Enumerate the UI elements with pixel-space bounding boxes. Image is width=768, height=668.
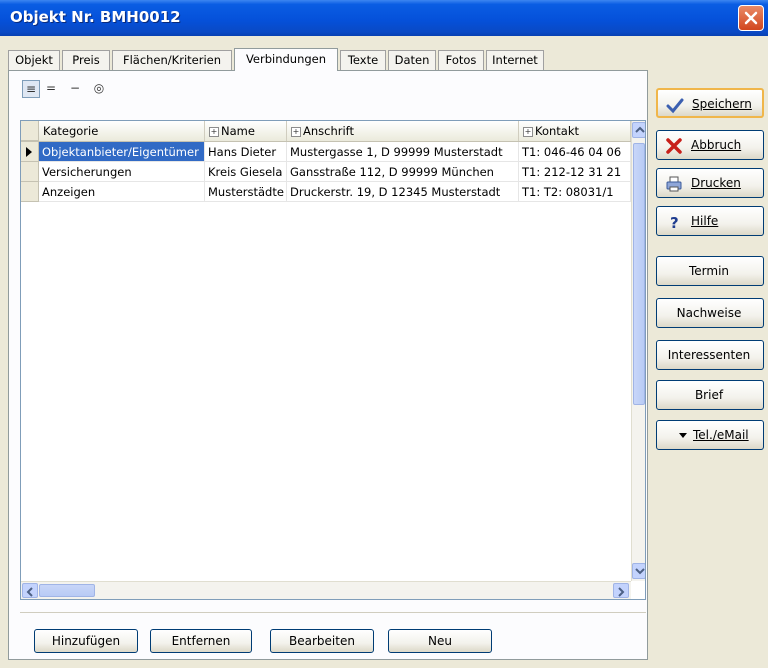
brief-button-label: Brief: [694, 388, 724, 402]
cell-name[interactable]: Musterstädte: [205, 182, 287, 202]
chevron-left-icon: [26, 587, 33, 597]
help-button[interactable]: ? Hilfe: [656, 206, 764, 236]
close-button[interactable]: [738, 5, 764, 31]
current-row-icon: [26, 147, 32, 157]
printer-icon: [666, 176, 682, 192]
dialog-window: Objekt Nr. BMH0012 Objekt Preis Flächen/…: [0, 0, 768, 668]
column-header-anschrift[interactable]: + Anschrift: [287, 121, 519, 141]
question-mark-icon: ?: [670, 214, 679, 231]
checkmark-icon: [666, 98, 684, 114]
column-header-name[interactable]: + Name: [205, 121, 287, 141]
cancel-button-label: Abbruch: [691, 138, 742, 152]
tab-verbindungen[interactable]: Verbindungen: [234, 48, 338, 71]
tab-fotos[interactable]: Fotos: [438, 50, 484, 70]
edit-button[interactable]: Bearbeiten: [270, 629, 374, 653]
vertical-scrollbar[interactable]: [631, 121, 645, 581]
header-corner: [21, 121, 39, 141]
cancel-button[interactable]: Abbruch: [656, 130, 764, 160]
new-button[interactable]: Neu: [388, 629, 492, 653]
cancel-x-icon: [666, 138, 682, 154]
expand-icon[interactable]: +: [291, 126, 301, 137]
help-button-label: Hilfe: [691, 214, 719, 228]
tel-email-button[interactable]: Tel./eMail: [656, 420, 764, 450]
cell-kontakt[interactable]: T1: 212-12 31 21: [519, 162, 631, 182]
nachweise-button[interactable]: Nachweise: [656, 298, 764, 328]
save-button-label: Speichern: [692, 97, 752, 111]
scroll-down-button[interactable]: [632, 563, 645, 579]
horizontal-scroll-thumb[interactable]: [39, 584, 95, 597]
expand-icon[interactable]: +: [523, 126, 533, 137]
column-header-label: Kategorie: [43, 124, 99, 138]
horizontal-scrollbar[interactable]: [21, 581, 631, 599]
chevron-right-icon: [618, 587, 625, 597]
vertical-scroll-thumb[interactable]: [633, 143, 645, 405]
scroll-left-button[interactable]: [22, 583, 38, 598]
interessenten-button-label: Interessenten: [667, 348, 751, 362]
brief-button[interactable]: Brief: [656, 380, 764, 410]
column-header-label: Anschrift: [303, 124, 355, 138]
termin-button-label: Termin: [688, 264, 730, 278]
cell-kategorie[interactable]: Versicherungen: [39, 162, 205, 182]
column-header-label: Kontakt: [535, 124, 580, 138]
collapse-button[interactable]: −: [66, 80, 84, 98]
svg-text:?: ?: [670, 214, 679, 231]
grid-header: Kategorie + Name + Anschrift + Kontakt: [21, 121, 631, 142]
dropdown-arrow-icon: [679, 433, 687, 438]
cell-kategorie[interactable]: Objektanbieter/Eigentümer: [39, 142, 205, 162]
add-button[interactable]: Hinzufügen: [34, 629, 138, 653]
equal-view-button[interactable]: =: [42, 80, 60, 98]
window-title: Objekt Nr. BMH0012: [10, 8, 181, 26]
cell-kontakt[interactable]: T1: T2: 08031/1: [519, 182, 631, 202]
cell-anschrift[interactable]: Mustergasse 1, D 99999 Musterstadt: [287, 142, 519, 162]
table-row[interactable]: Objektanbieter/Eigentümer Hans Dieter Mu…: [21, 142, 631, 162]
row-selector[interactable]: [21, 182, 39, 202]
table-row[interactable]: Versicherungen Kreis Giesela Gansstraße …: [21, 162, 631, 182]
cell-anschrift[interactable]: Gansstraße 112, D 99999 München: [287, 162, 519, 182]
cell-anschrift[interactable]: Druckerstr. 19, D 12345 Musterstadt: [287, 182, 519, 202]
cell-name[interactable]: Hans Dieter: [205, 142, 287, 162]
nachweise-button-label: Nachweise: [676, 306, 742, 320]
scroll-right-button[interactable]: [613, 583, 629, 598]
column-header-kategorie[interactable]: Kategorie: [39, 121, 205, 141]
list-view-button[interactable]: ≡: [22, 80, 40, 98]
options-button[interactable]: ◎: [90, 80, 108, 98]
grid-actions-group: Hinzufügen Entfernen Bearbeiten Neu: [20, 612, 646, 659]
termin-button[interactable]: Termin: [656, 256, 764, 286]
chevron-up-icon: [635, 126, 645, 133]
table-row[interactable]: Anzeigen Musterstädte Druckerstr. 19, D …: [21, 182, 631, 202]
close-icon: [744, 11, 758, 25]
tab-daten[interactable]: Daten: [388, 50, 436, 70]
remove-button[interactable]: Entfernen: [150, 629, 252, 653]
expand-icon[interactable]: +: [209, 126, 219, 137]
print-button[interactable]: Drucken: [656, 168, 764, 198]
print-button-label: Drucken: [691, 176, 741, 190]
save-button[interactable]: Speichern: [656, 88, 764, 118]
cell-kontakt[interactable]: T1: 046-46 04 06: [519, 142, 631, 162]
scroll-up-button[interactable]: [632, 122, 645, 138]
title-bar[interactable]: Objekt Nr. BMH0012: [0, 0, 768, 36]
row-selector[interactable]: [21, 142, 39, 162]
cell-kategorie[interactable]: Anzeigen: [39, 182, 205, 202]
tab-objekt[interactable]: Objekt: [8, 50, 60, 70]
row-selector[interactable]: [21, 162, 39, 182]
interessenten-button[interactable]: Interessenten: [656, 340, 764, 370]
tab-internet[interactable]: Internet: [486, 50, 544, 70]
tab-preis[interactable]: Preis: [62, 50, 110, 70]
tab-flaechen-kriterien[interactable]: Flächen/Kriterien: [112, 50, 232, 70]
chevron-down-icon: [635, 568, 645, 575]
connections-grid[interactable]: Kategorie + Name + Anschrift + Kontakt Obje…: [20, 120, 646, 600]
tab-texte[interactable]: Texte: [340, 50, 386, 70]
column-header-kontakt[interactable]: + Kontakt: [519, 121, 631, 141]
tel-email-button-label: Tel./eMail: [693, 428, 749, 442]
cell-name[interactable]: Kreis Giesela: [205, 162, 287, 182]
column-header-label: Name: [221, 124, 255, 138]
